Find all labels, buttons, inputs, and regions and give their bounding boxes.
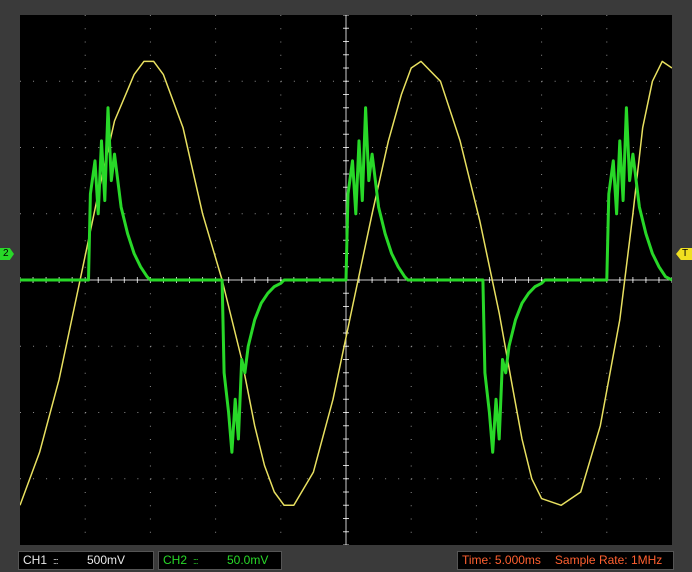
ch2-status-box: CH2::: 50.0mV — [158, 551, 282, 570]
trigger-marker-label: T — [676, 248, 692, 260]
ch2-name: CH2 — [163, 553, 188, 567]
timebase-status-box: Time: 5.000ms Sample Rate: 1MHz — [457, 551, 674, 570]
waveform-chart — [20, 15, 672, 545]
ch1-coupling-icon: ::: — [53, 556, 59, 566]
ch2-marker-label: 2 — [0, 248, 14, 260]
ch1-status-box: CH1::: 500mV — [18, 551, 154, 570]
sample-rate-label: Sample Rate: 1MHz — [554, 553, 663, 567]
ch2-scale: 50.0mV — [227, 553, 269, 567]
oscilloscope-display — [20, 15, 672, 545]
ch2-coupling-icon: ::: — [193, 556, 199, 566]
ch1-name: CH1 — [23, 553, 48, 567]
ch1-scale: 500mV — [87, 553, 126, 567]
timebase-label: Time: 5.000ms — [462, 553, 541, 567]
